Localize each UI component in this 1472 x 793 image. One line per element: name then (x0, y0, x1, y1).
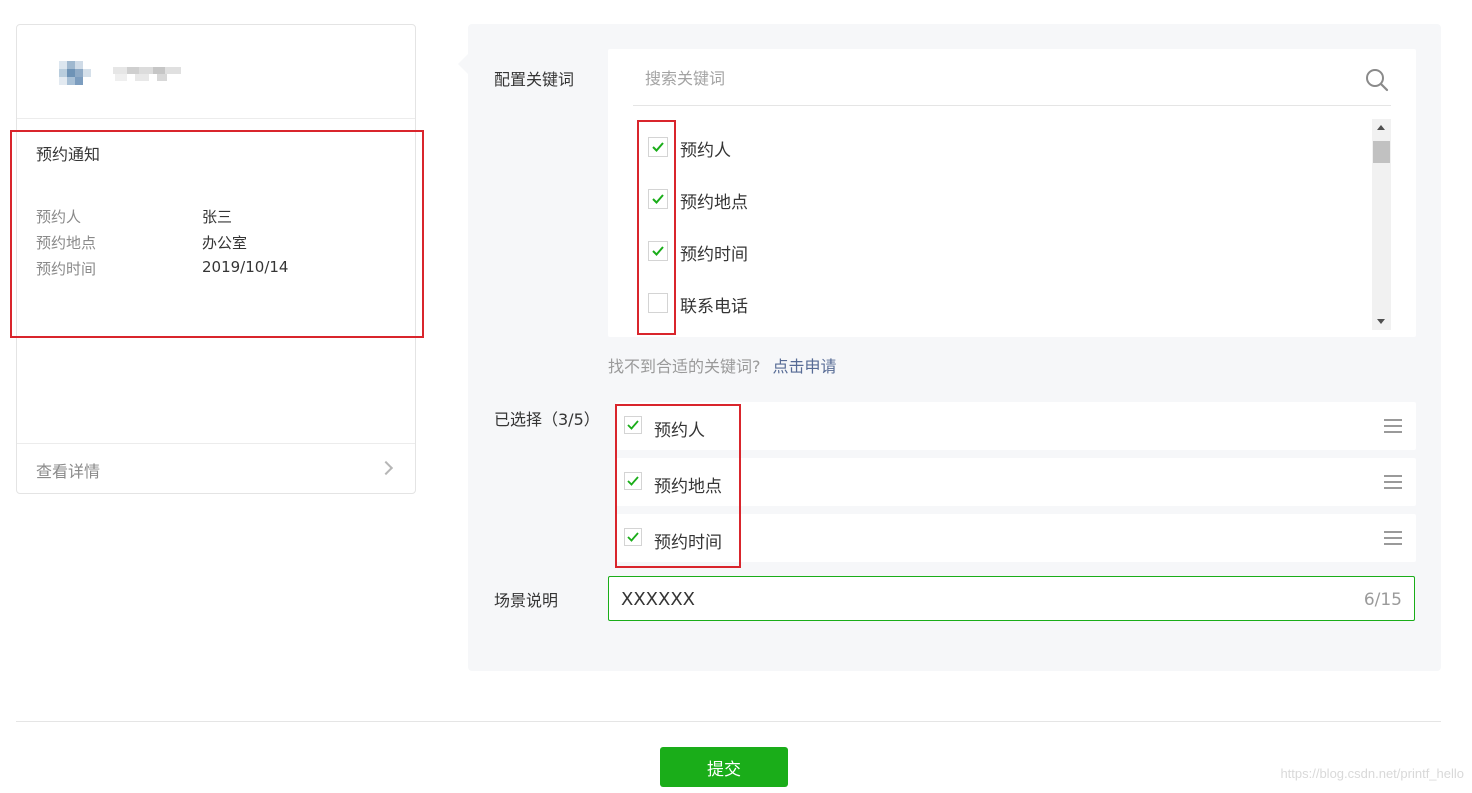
submit-button[interactable]: 提交 (660, 747, 788, 787)
checkmark-icon (627, 476, 639, 486)
preview-row-value: 张三 (202, 208, 233, 226)
checkbox-unchecked[interactable] (648, 293, 668, 313)
keyword-option-label: 联系电话 (680, 297, 748, 317)
keywords-label: 配置关键词 (494, 70, 575, 89)
preview-row-key: 预约人 (36, 208, 82, 226)
keyword-option[interactable]: 预约地点 (648, 185, 1328, 213)
keyword-option[interactable]: 预约人 (648, 133, 1328, 161)
keyword-option[interactable]: 预约时间 (648, 237, 1328, 265)
watermark: https://blog.csdn.net/printf_hello (1280, 766, 1464, 781)
checkbox-checked[interactable] (648, 241, 668, 261)
drag-handle-icon[interactable] (1384, 475, 1402, 489)
checkmark-icon (627, 532, 639, 542)
view-details-label: 查看详情 (36, 462, 101, 481)
config-panel: 配置关键词 预约人 预约地点 预约时间 联系电话 找不到合适的关键词?点击 (458, 24, 1441, 671)
char-counter: 6/15 (1363, 590, 1402, 610)
preview-row: 预约地点 办公室 (36, 232, 396, 254)
preview-row: 预约人 张三 (36, 206, 396, 228)
selected-label: 已选择（3/5） (494, 410, 600, 429)
panel-pointer (458, 54, 468, 74)
selected-item[interactable]: 预约地点 (616, 458, 1416, 506)
preview-row: 预约时间 2019/10/14 (36, 258, 396, 280)
view-details-link[interactable]: 查看详情 (17, 443, 415, 493)
preview-row-key: 预约地点 (36, 234, 97, 252)
checkmark-icon (652, 246, 664, 256)
blurred-avatar (59, 61, 91, 87)
keyword-search-input[interactable] (645, 64, 1325, 92)
checkbox-checked[interactable] (648, 189, 668, 209)
keyword-picker: 预约人 预约地点 预约时间 联系电话 (608, 49, 1416, 337)
scroll-down-arrow-icon[interactable] (1377, 319, 1385, 324)
checkbox-checked[interactable] (624, 416, 642, 434)
selected-item-label: 预约人 (654, 421, 705, 441)
scene-description-input[interactable] (621, 586, 1321, 612)
keyword-search-bar (633, 49, 1391, 106)
preview-row-value: 办公室 (202, 234, 248, 252)
preview-row-key: 预约时间 (36, 260, 97, 278)
message-preview-card: 预约通知 预约人 张三 预约地点 办公室 预约时间 2019/10/14 查看详… (16, 24, 416, 494)
selected-item-label: 预约地点 (654, 477, 722, 497)
chevron-right-icon (378, 460, 394, 476)
footer-divider (16, 721, 1441, 722)
card-header (17, 25, 415, 119)
checkmark-icon (652, 142, 664, 152)
keyword-hint-text: 找不到合适的关键词? (608, 357, 761, 376)
blurred-account-name (113, 65, 185, 81)
scene-label: 场景说明 (494, 591, 559, 610)
preview-row-value: 2019/10/14 (202, 258, 289, 276)
checkbox-checked[interactable] (648, 137, 668, 157)
keyword-option[interactable]: 联系电话 (648, 289, 1328, 317)
keyword-option-label: 预约人 (680, 141, 731, 161)
checkbox-checked[interactable] (624, 472, 642, 490)
selected-item-label: 预约时间 (654, 533, 722, 553)
checkmark-icon (627, 420, 639, 430)
scrollbar-thumb[interactable] (1373, 141, 1390, 163)
selected-item[interactable]: 预约人 (616, 402, 1416, 450)
apply-keyword-link[interactable]: 点击申请 (773, 357, 837, 376)
keyword-list-scrollbar[interactable] (1372, 119, 1391, 330)
drag-handle-icon[interactable] (1384, 419, 1402, 433)
drag-handle-icon[interactable] (1384, 531, 1402, 545)
scene-description-field[interactable]: 6/15 (608, 576, 1415, 621)
keyword-hint: 找不到合适的关键词? 点击申请 (608, 353, 837, 377)
checkbox-checked[interactable] (624, 528, 642, 546)
scroll-up-arrow-icon[interactable] (1377, 125, 1385, 130)
search-icon[interactable] (1365, 68, 1389, 92)
preview-title: 预约通知 (36, 145, 101, 164)
keyword-option-label: 预约时间 (680, 245, 748, 265)
selected-item[interactable]: 预约时间 (616, 514, 1416, 562)
checkmark-icon (652, 194, 664, 204)
keyword-option-label: 预约地点 (680, 193, 748, 213)
